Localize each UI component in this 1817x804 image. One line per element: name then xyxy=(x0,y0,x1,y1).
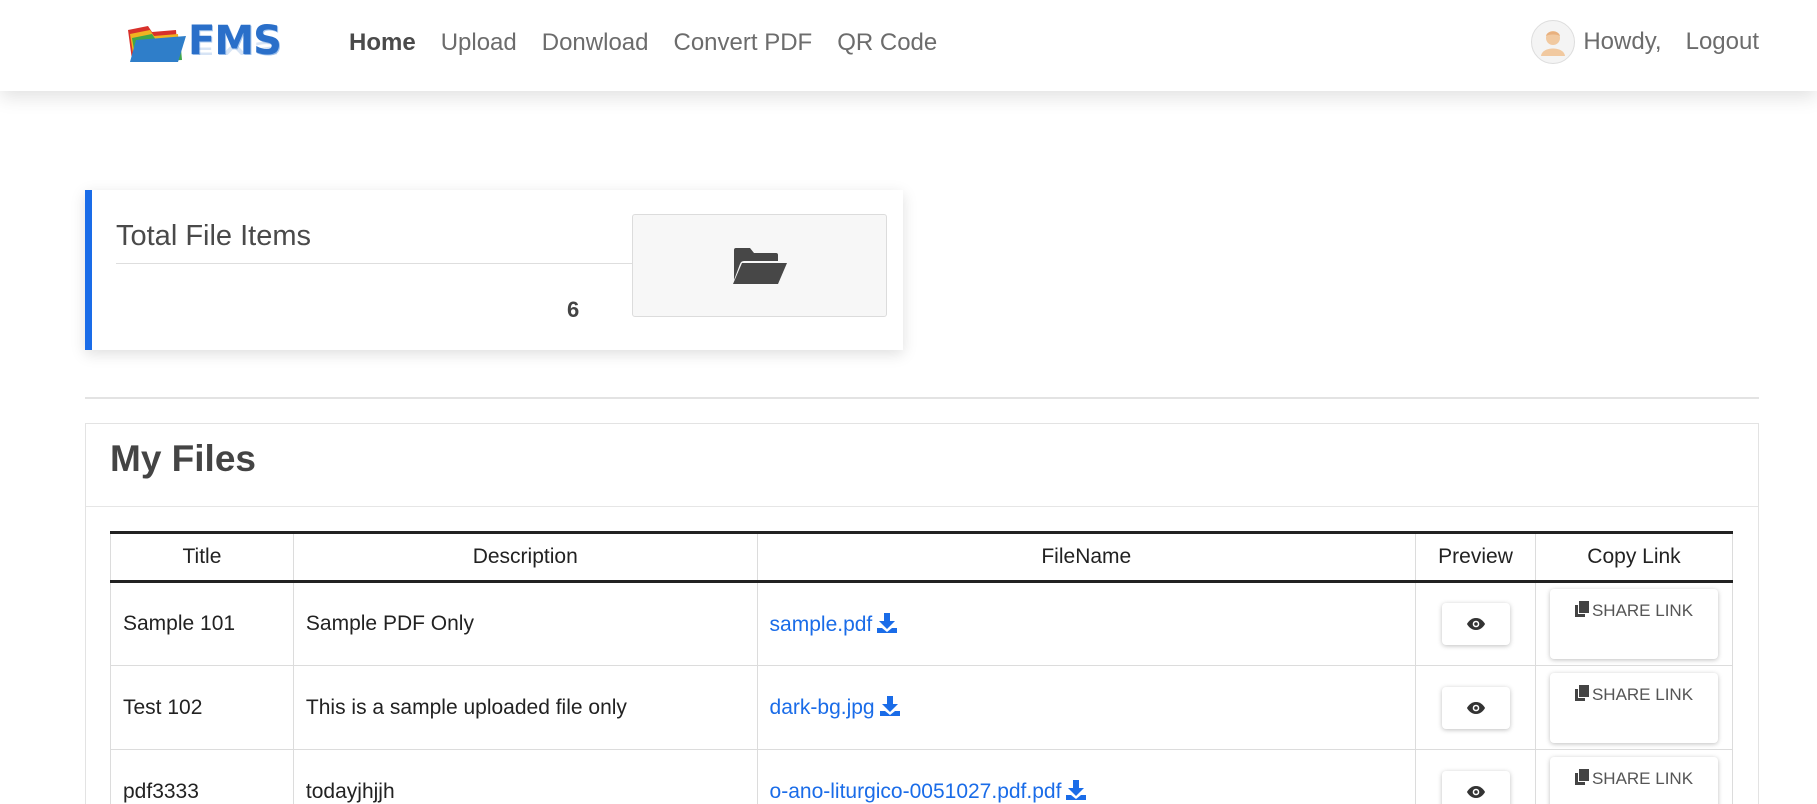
folder-logo-icon xyxy=(128,26,186,62)
section-divider xyxy=(85,397,1759,399)
download-icon xyxy=(877,612,898,633)
stat-divider xyxy=(116,263,643,264)
total-files-card: Total File Items 6 xyxy=(85,190,903,350)
filename-text: o-ano-liturgico-0051027.pdf.pdf xyxy=(769,780,1062,803)
share-link-button[interactable]: SHARE LINK xyxy=(1550,589,1718,659)
cell-copy-link: SHARE LINK xyxy=(1535,581,1733,666)
cell-description: Sample PDF Only xyxy=(292,581,758,666)
my-files-panel: My Files Title Description FileName Prev… xyxy=(85,423,1759,804)
nav-download[interactable]: Donwload xyxy=(542,30,649,56)
cell-preview xyxy=(1415,665,1536,750)
filename-text: dark-bg.jpg xyxy=(769,696,875,719)
column-header-preview[interactable]: Preview xyxy=(1415,532,1536,582)
column-header-title[interactable]: Title xyxy=(110,532,294,582)
cell-copy-link: SHARE LINK xyxy=(1535,749,1733,804)
cell-filename: dark-bg.jpg xyxy=(756,665,1417,750)
cell-description: This is a sample uploaded file only xyxy=(292,665,758,750)
logout-link[interactable]: Logout xyxy=(1686,28,1759,56)
cell-preview xyxy=(1415,749,1536,804)
download-icon xyxy=(879,696,900,716)
nav-qr-code[interactable]: QR Code xyxy=(837,30,937,56)
file-download-link[interactable]: dark-bg.jpg xyxy=(770,696,901,719)
folder-open-icon xyxy=(732,247,787,284)
greeting-text: Howdy, xyxy=(1583,28,1662,55)
panel-title: My Files xyxy=(110,438,256,479)
column-header-description[interactable]: Description xyxy=(292,532,758,582)
cell-title: pdf3333 xyxy=(110,749,294,804)
cell-copy-link: SHARE LINK xyxy=(1535,665,1733,750)
nav-upload[interactable]: Upload xyxy=(441,30,517,56)
share-link-button[interactable]: SHARE LINK xyxy=(1550,756,1718,804)
file-download-link[interactable]: sample.pdf xyxy=(769,612,899,636)
preview-button[interactable] xyxy=(1441,686,1510,729)
file-download-link[interactable]: o-ano-liturgico-0051027.pdf.pdf xyxy=(770,780,1088,803)
eye-icon xyxy=(1466,701,1485,714)
preview-button[interactable] xyxy=(1441,770,1510,804)
cell-preview xyxy=(1415,581,1536,666)
user-avatar-icon xyxy=(1541,31,1566,56)
table-row: pdf3333 todayjhjjh o-ano-liturgico-00510… xyxy=(110,749,1733,804)
cell-filename: sample.pdf xyxy=(756,581,1417,666)
copy-icon xyxy=(1574,768,1589,785)
column-header-copy-link[interactable]: Copy Link xyxy=(1535,532,1733,582)
preview-button[interactable] xyxy=(1441,603,1510,645)
panel-header: My Files xyxy=(86,424,1758,507)
share-link-label: SHARE LINK xyxy=(1591,601,1694,620)
eye-icon xyxy=(1466,785,1485,798)
column-header-filename[interactable]: FileName xyxy=(756,532,1417,582)
files-table: Title Description FileName Preview Copy … xyxy=(110,531,1733,804)
cell-description: todayjhjjh xyxy=(292,749,758,804)
nav-convert-pdf[interactable]: Convert PDF xyxy=(673,30,812,56)
stat-value: 6 xyxy=(567,297,580,322)
top-navbar: FMS FMS Home Upload Donwload Convert PDF… xyxy=(0,0,1817,91)
table-header-row: Title Description FileName Preview Copy … xyxy=(110,532,1733,582)
copy-icon xyxy=(1574,601,1589,617)
cell-title: Test 102 xyxy=(110,665,294,750)
user-menu: Howdy, Logout xyxy=(1531,20,1759,64)
stat-title: Total File Items xyxy=(116,220,311,252)
cell-filename: o-ano-liturgico-0051027.pdf.pdf xyxy=(756,749,1417,804)
brand-logo[interactable]: FMS FMS xyxy=(126,18,282,72)
nav-home[interactable]: Home xyxy=(349,30,416,56)
share-link-label: SHARE LINK xyxy=(1591,684,1694,704)
logo-reflection: FMS xyxy=(188,37,281,58)
copy-icon xyxy=(1574,684,1589,701)
eye-icon xyxy=(1466,618,1485,630)
table-row: Test 102 This is a sample uploaded file … xyxy=(110,665,1733,750)
main-nav: Home Upload Donwload Convert PDF QR Code xyxy=(349,30,962,56)
download-icon xyxy=(1066,780,1087,800)
share-link-label: SHARE LINK xyxy=(1591,768,1694,788)
avatar[interactable] xyxy=(1531,20,1576,64)
filename-text: sample.pdf xyxy=(769,612,873,636)
share-link-button[interactable]: SHARE LINK xyxy=(1550,672,1718,743)
stat-icon-box xyxy=(632,214,887,317)
cell-title: Sample 101 xyxy=(110,581,294,666)
table-row: Sample 101 Sample PDF Only sample.pdf SH… xyxy=(110,581,1733,666)
